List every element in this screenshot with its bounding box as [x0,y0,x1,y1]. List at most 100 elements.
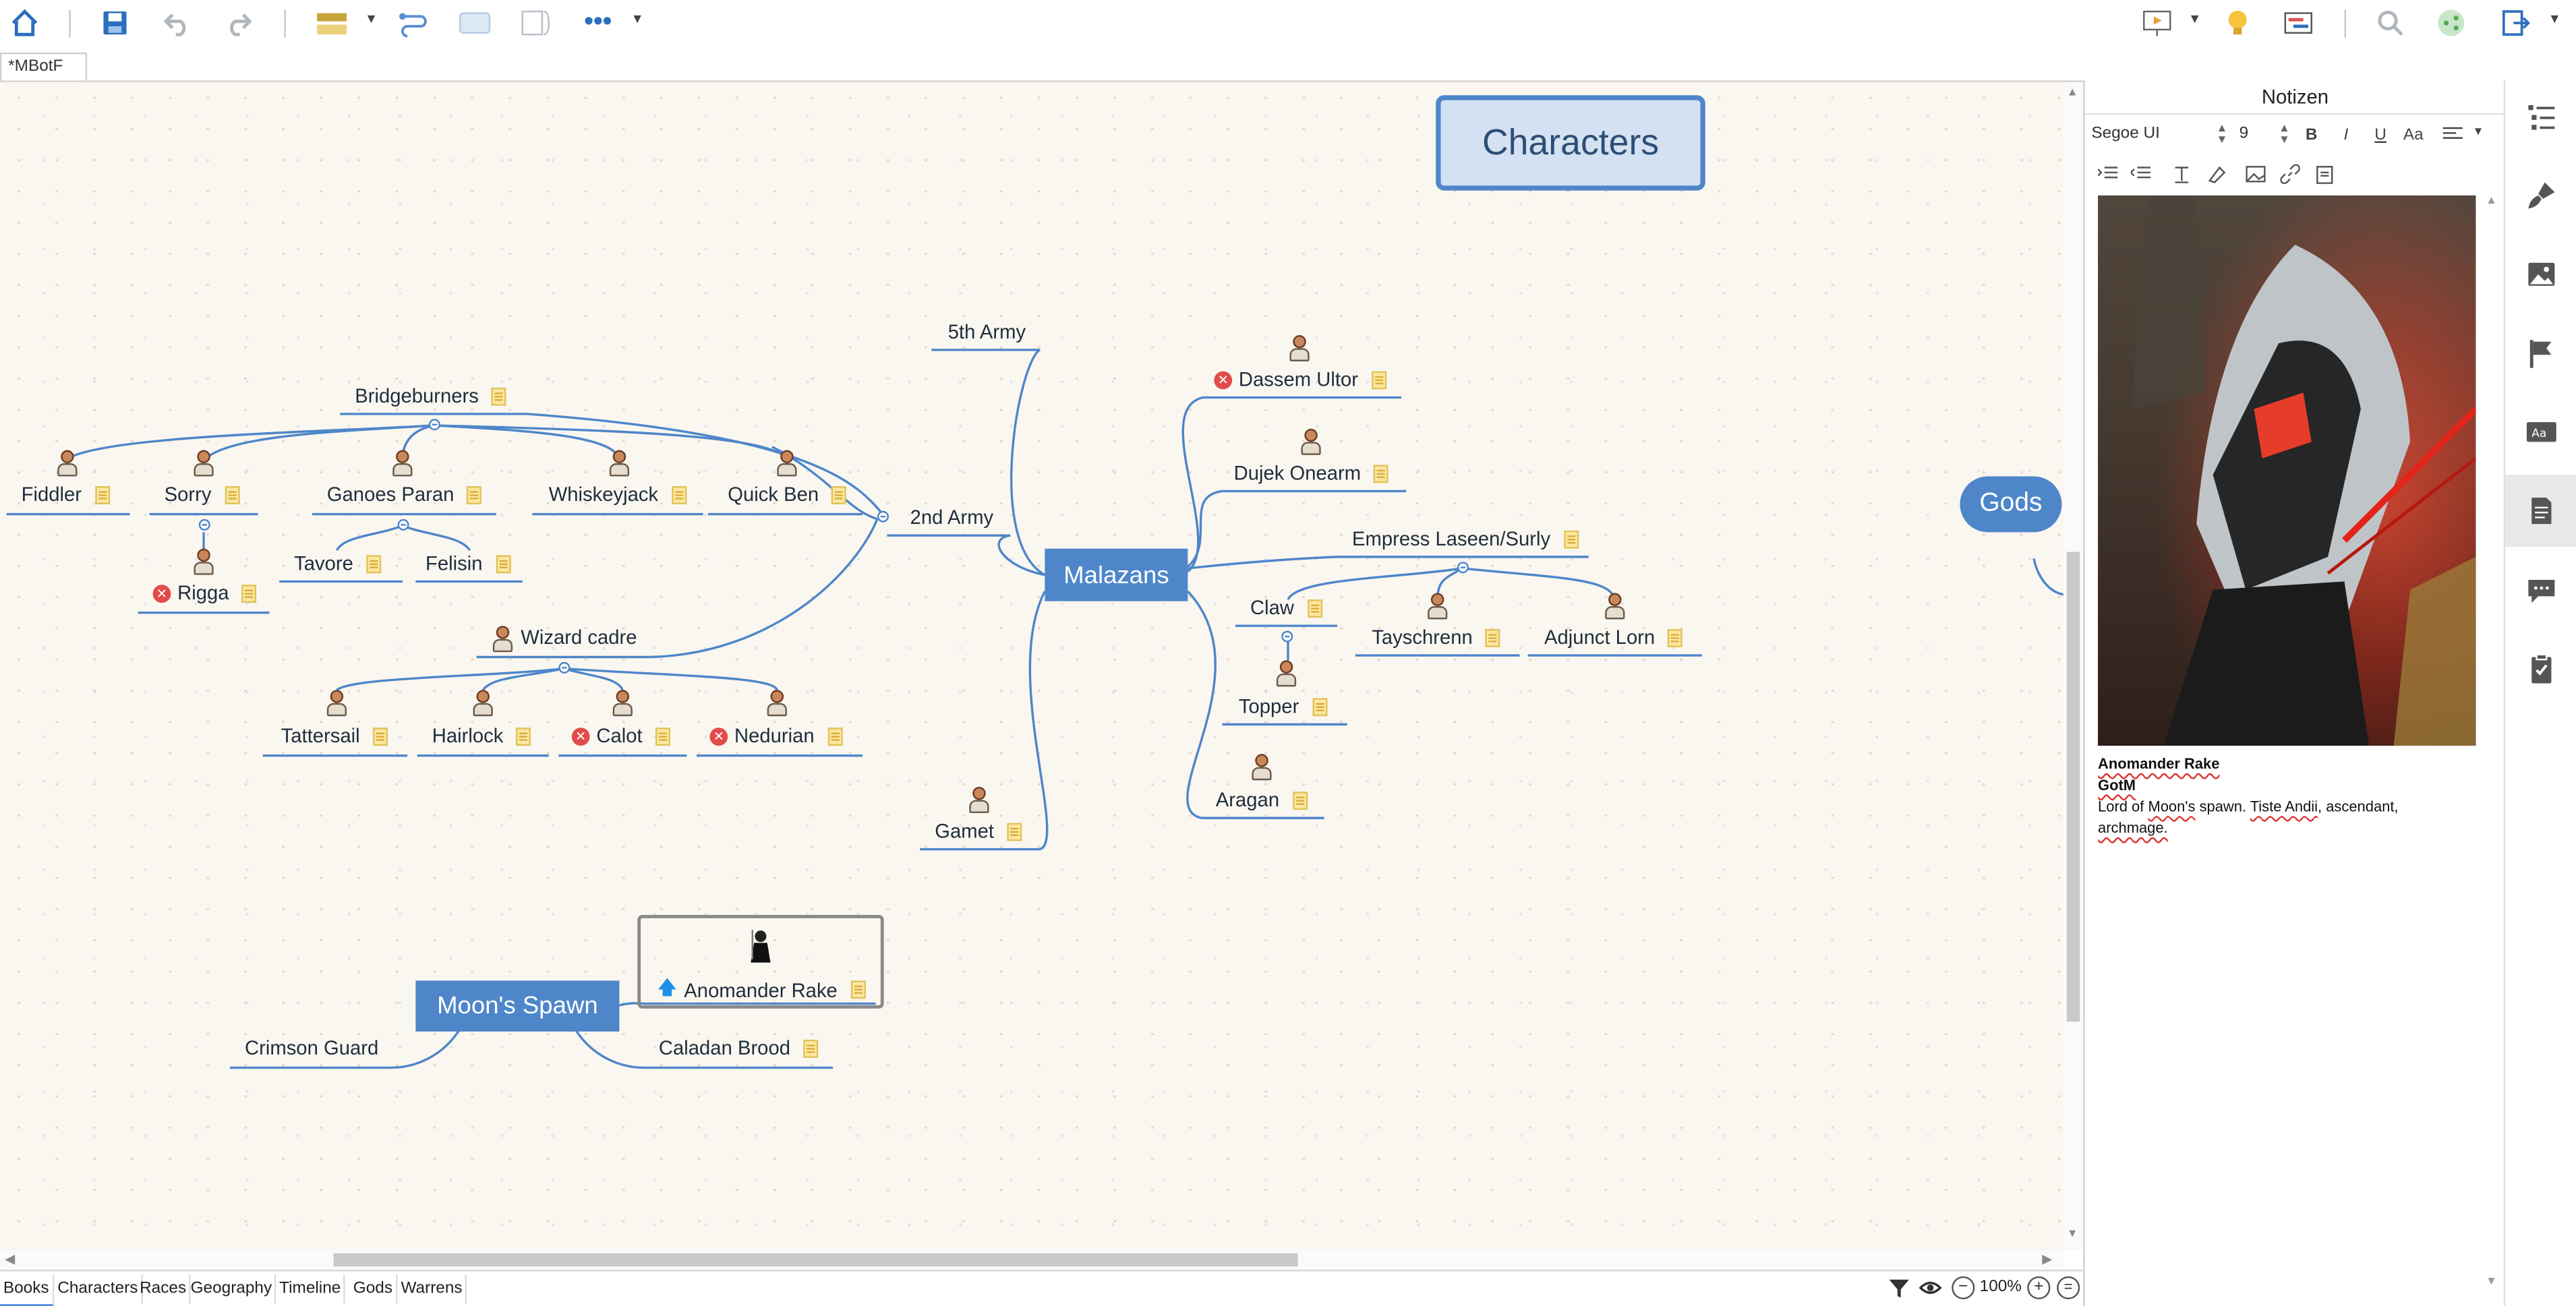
scroll-left-icon[interactable]: ◀ [5,1251,15,1266]
gantt-icon[interactable] [2279,5,2318,41]
note-icon[interactable] [1371,370,1386,389]
comment-icon[interactable] [2505,554,2576,626]
undo-icon[interactable] [158,5,197,41]
note-icon[interactable] [224,485,239,504]
sheet-tab-characters[interactable]: Characters [54,1274,143,1305]
marker-flag-icon[interactable] [2505,317,2576,389]
vertical-scroll-thumb[interactable] [2066,552,2080,1022]
highlight-icon[interactable] [2203,161,2229,187]
boundary-icon[interactable] [455,5,494,41]
underline-button[interactable]: U [2368,121,2394,148]
align-icon[interactable] [2440,121,2466,148]
note-icon[interactable] [1312,697,1327,715]
note-icon[interactable] [1307,599,1322,617]
note-icon[interactable] [467,485,482,504]
zoom-in-button[interactable]: + [2027,1276,2051,1300]
chevron-down-icon[interactable]: ▼ [2188,11,2201,26]
node-bridgeburners[interactable]: Bridgeburners [355,384,507,407]
text-case-button[interactable]: Aa [2400,121,2426,148]
note-icon[interactable] [1668,628,1683,647]
font-family-select[interactable]: Segoe UI [2091,120,2223,150]
font-family-spinner-icon[interactable]: ▲ ▼ [2216,123,2227,146]
note-icon[interactable] [827,727,843,745]
bold-button[interactable]: B [2298,121,2324,148]
more-icon[interactable]: ••• [579,5,618,41]
collapse-toggle[interactable] [1457,562,1469,574]
node-nedurian[interactable]: ✕ Nedurian [709,724,843,747]
node-2nd-army[interactable]: 2nd Army [910,506,994,529]
save-icon[interactable] [95,5,134,41]
node-tayschrenn[interactable]: Tayschrenn [1372,626,1501,649]
topic-style-icon[interactable] [312,5,351,41]
node-topper[interactable]: Topper [1239,695,1327,718]
sheet-tab-books[interactable]: Books [0,1274,54,1306]
node-dassem-ultor[interactable]: ✕ Dassem Ultor [1214,368,1386,391]
note-icon[interactable] [516,727,531,745]
node-felisin[interactable]: Felisin [426,552,510,575]
horizontal-scroll-thumb[interactable] [333,1253,1298,1267]
note-icon[interactable] [831,485,847,504]
node-hairlock[interactable]: Hairlock [432,724,531,747]
clipboard-icon[interactable] [2312,161,2338,187]
node-tattersail[interactable]: Tattersail [281,724,388,747]
image-icon[interactable] [2242,161,2268,187]
italic-button[interactable]: I [2333,121,2359,148]
presentation-icon[interactable] [2138,5,2177,41]
node-fiddler[interactable]: Fiddler [22,483,110,506]
scroll-up-icon[interactable]: ▲ [2486,196,2497,207]
node-anomander-rake[interactable]: 🡅 Anomander Rake [657,972,866,1007]
summary-icon[interactable] [516,5,555,41]
indent-icon[interactable] [2095,161,2121,187]
node-ganoes-paran[interactable]: Ganoes Paran [327,483,482,506]
home-icon[interactable] [5,5,44,41]
node-calot[interactable]: ✕ Calot [571,724,671,747]
note-icon[interactable] [242,584,257,602]
node-aragan[interactable]: Aragan [1216,788,1308,811]
outline-icon[interactable] [2505,80,2576,152]
node-claw[interactable]: Claw [1250,596,1322,619]
note-icon[interactable] [373,727,388,745]
sheet-tab-warrens[interactable]: Warrens [398,1274,467,1305]
node-crimson-guard[interactable]: Crimson Guard [245,1036,378,1059]
node-rigga[interactable]: ✕ Rigga [152,581,257,605]
node-wizard-cadre[interactable]: Wizard cadre [521,626,637,649]
node-quick-ben[interactable]: Quick Ben [728,483,847,506]
floating-title-topic[interactable]: Characters [1436,95,1705,191]
scroll-down-icon[interactable]: ▼ [2067,1228,2078,1240]
node-5th-army[interactable]: 5th Army [948,320,1026,343]
note-icon[interactable] [1563,529,1579,548]
note-icon[interactable] [366,554,382,573]
collapse-toggle[interactable] [397,518,409,531]
search-icon[interactable] [2370,5,2409,41]
sheet-tab-timeline[interactable]: Timeline [276,1274,346,1305]
sheet-tab-gods[interactable]: Gods [350,1274,398,1305]
collapse-toggle[interactable] [877,510,889,523]
scroll-up-icon[interactable]: ▲ [2067,87,2078,98]
malazans-topic[interactable]: Malazans [1045,548,1188,601]
zoom-out-button[interactable]: − [1952,1276,1975,1300]
node-sorry[interactable]: Sorry [165,483,239,506]
note-icon[interactable] [1374,464,1389,483]
collapse-toggle[interactable] [1281,630,1293,643]
share-icon[interactable] [2432,5,2471,41]
filter-icon[interactable] [1887,1276,1910,1306]
note-icon[interactable] [671,485,686,504]
note-icon[interactable] [803,1038,819,1057]
chevron-down-icon[interactable]: ▼ [631,11,644,26]
note-icon[interactable] [495,554,510,573]
outdent-icon[interactable] [2128,161,2154,187]
horizontal-scrollbar[interactable]: ◀ ▶ [0,1249,2063,1270]
chevron-down-icon[interactable]: ▼ [2548,11,2561,26]
task-clipboard-icon[interactable] [2505,632,2576,705]
label-icon[interactable]: Aa [2505,396,2576,468]
node-empress[interactable]: Empress Laseen/Surly [1352,527,1579,550]
fit-map-button[interactable]: = [2057,1276,2080,1300]
mindmap-canvas[interactable]: Characters Gods Malazans Moon's Spawn 5t… [0,82,2063,1250]
export-icon[interactable] [2496,5,2535,41]
clear-format-icon[interactable] [2169,161,2195,187]
collapse-toggle[interactable] [558,661,570,674]
note-icon[interactable] [1007,822,1022,841]
font-size-spinner-icon[interactable]: ▲ ▼ [2279,123,2290,146]
note-icon[interactable] [1292,791,1308,809]
chevron-down-icon[interactable]: ▼ [2473,127,2484,138]
